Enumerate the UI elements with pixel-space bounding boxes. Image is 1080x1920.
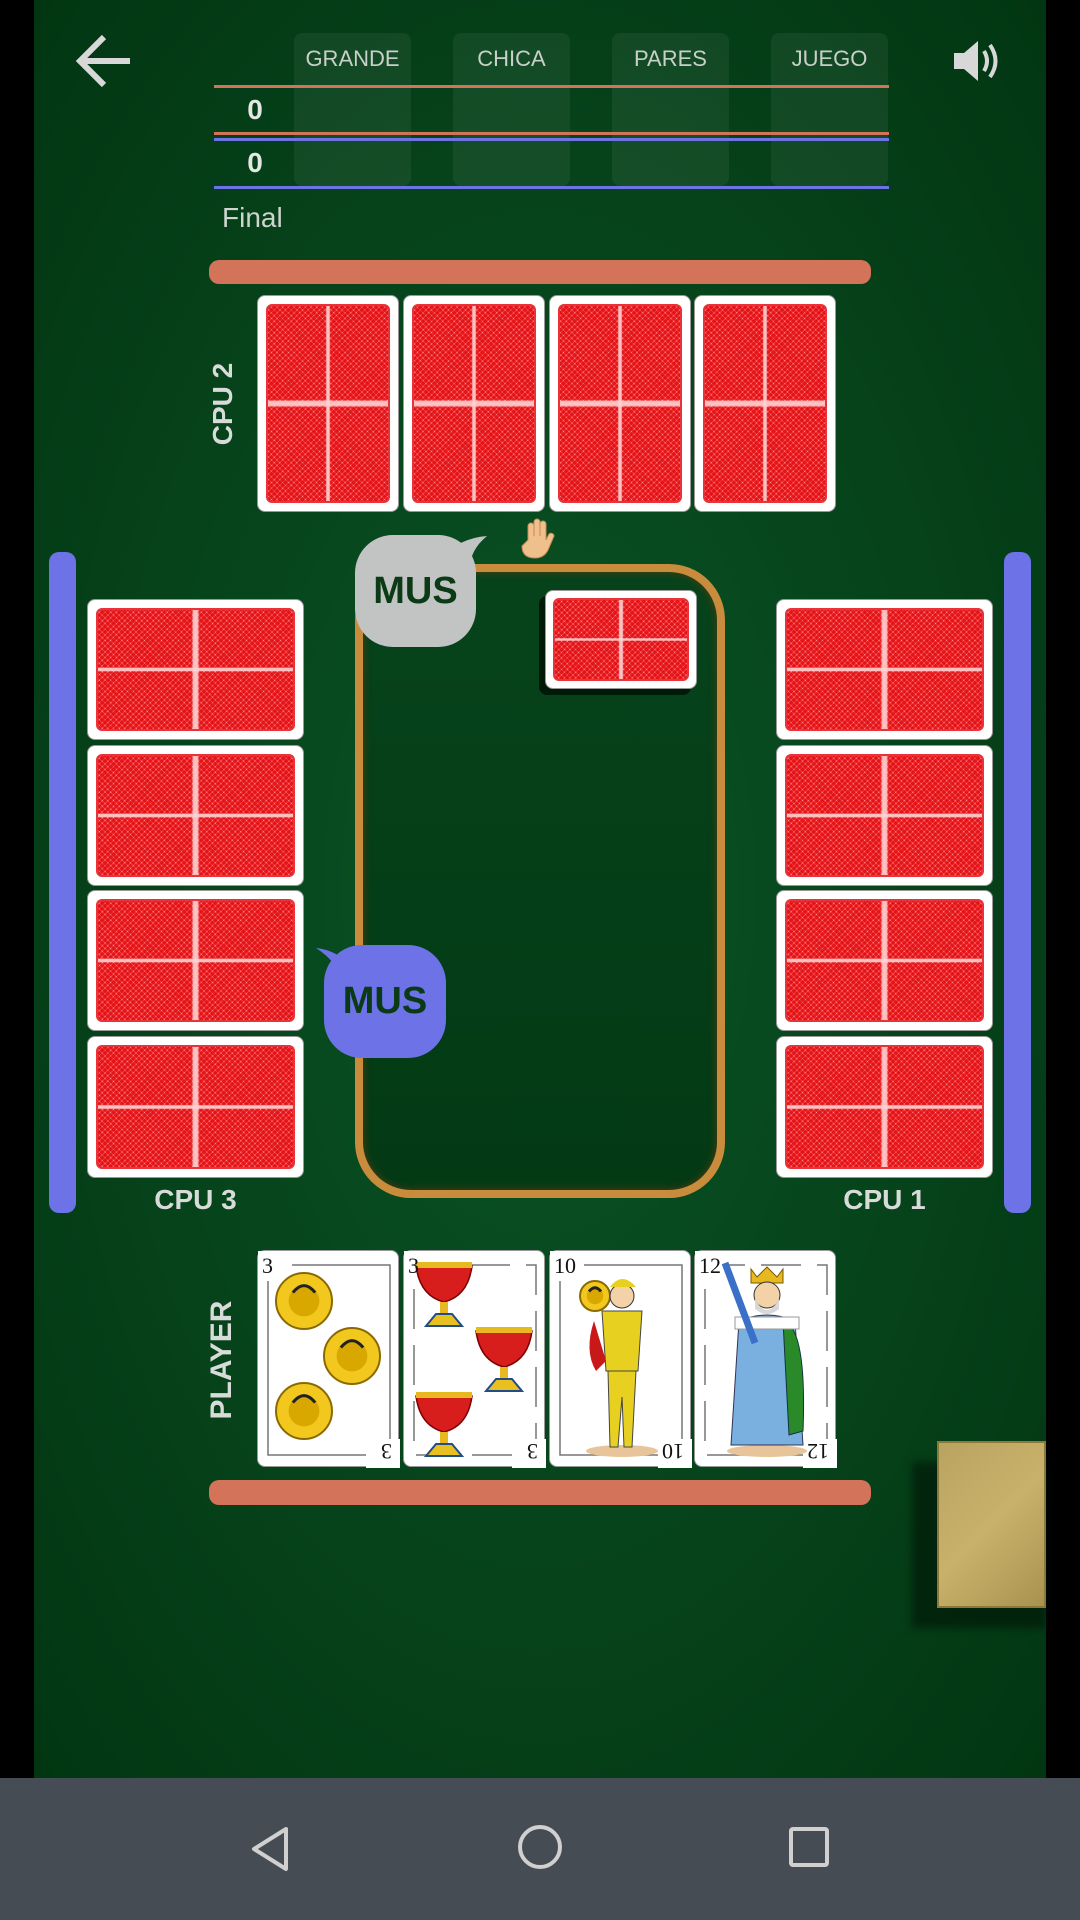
team1-line-top: [214, 85, 889, 88]
cpu3-card: [87, 1036, 304, 1178]
header-chica: CHICA: [477, 46, 546, 71]
speaker-icon[interactable]: [950, 36, 1002, 86]
cpu2-card: [257, 295, 399, 512]
cpu3-card: [87, 599, 304, 740]
card-face-art: [404, 1251, 546, 1468]
card-back: [96, 754, 295, 877]
team2-score: 0: [247, 147, 263, 178]
player-card-10-oros[interactable]: 10 10: [549, 1250, 692, 1468]
player-label: PLAYER: [205, 1300, 238, 1420]
cpu3-speech-bubble: MUS: [324, 945, 446, 1058]
nav-recents-icon[interactable]: [788, 1826, 830, 1868]
card-face-art: [550, 1251, 692, 1468]
header-grande: GRANDE: [305, 46, 400, 71]
team2-bar-right: [1004, 552, 1031, 1213]
card-back: [785, 754, 984, 877]
cpu1-label: CPU 1: [843, 1184, 926, 1215]
card-rank-inverted: 12: [807, 1439, 829, 1464]
player-card-12-espadas[interactable]: 12 12: [694, 1250, 837, 1468]
team2-line-top: [214, 138, 889, 141]
team1-bar-bottom: [209, 1480, 871, 1505]
cpu1-card: [776, 1036, 993, 1178]
card-back: [96, 899, 295, 1022]
card-face-art: [258, 1251, 400, 1468]
card-rank-inverted: 3: [381, 1439, 392, 1464]
team1-score: 0: [247, 94, 263, 125]
game-status: Final: [222, 202, 283, 233]
nav-back-icon[interactable]: [248, 1825, 292, 1873]
card-face-art: [695, 1251, 837, 1468]
cpu2-card: [694, 295, 836, 512]
card-rank-inverted: 3: [527, 1439, 538, 1464]
card-rank: 12: [699, 1253, 721, 1278]
card-back: [266, 304, 390, 503]
team2-bar-left: [49, 552, 76, 1213]
player-card-3-copas[interactable]: 3 3: [403, 1250, 546, 1468]
team2-line-bottom: [214, 186, 889, 189]
cpu3-card: [87, 890, 304, 1031]
arrow-left-icon[interactable]: [74, 33, 134, 89]
raised-hand-icon: [521, 518, 555, 559]
cpu2-card: [403, 295, 545, 512]
card-back: [785, 608, 984, 731]
card-back: [703, 304, 827, 503]
header-juego: JUEGO: [791, 46, 868, 71]
card-rank: 10: [554, 1253, 576, 1278]
card-back: [558, 304, 682, 503]
android-nav-bar: [0, 1778, 1080, 1920]
card-rank: 3: [408, 1253, 419, 1278]
cpu2-speech-bubble: MUS: [355, 535, 476, 647]
cpu3-label: CPU 3: [154, 1184, 237, 1215]
card-back: [553, 598, 689, 681]
team1-line-bottom: [214, 132, 889, 135]
cpu3-card: [87, 745, 304, 886]
player-card-3-oros[interactable]: 3 3: [257, 1250, 400, 1468]
card-rank: 3: [262, 1253, 273, 1278]
discard-card: [545, 590, 697, 689]
cpu1-card: [776, 745, 993, 886]
team1-bar-top: [209, 260, 871, 284]
header-pares: PARES: [634, 46, 707, 71]
cpu1-card: [776, 890, 993, 1031]
card-back: [785, 1045, 984, 1169]
card-back: [96, 1045, 295, 1169]
cpu1-card: [776, 599, 993, 740]
cpu2-card: [549, 295, 691, 512]
deck[interactable]: [937, 1441, 1046, 1608]
cpu2-label: CPU 2: [207, 362, 238, 446]
card-back: [785, 899, 984, 1022]
card-back: [412, 304, 536, 503]
nav-home-icon[interactable]: [516, 1823, 564, 1871]
card-back: [96, 608, 295, 731]
card-rank-inverted: 10: [662, 1439, 684, 1464]
